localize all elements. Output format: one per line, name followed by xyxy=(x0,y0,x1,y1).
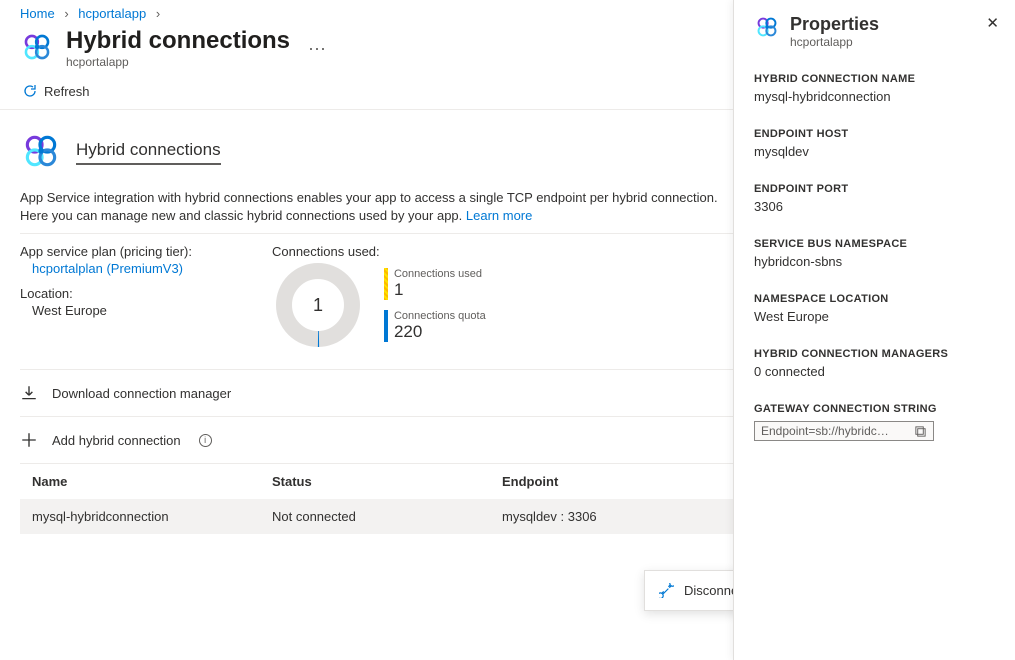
hybrid-connections-icon xyxy=(20,130,62,175)
prop-value-sbns: hybridcon-sbns xyxy=(754,254,995,269)
breadcrumb-home[interactable]: Home xyxy=(20,6,55,21)
prop-label-gcs: GATEWAY CONNECTION STRING xyxy=(754,403,995,415)
more-menu-icon[interactable]: ··· xyxy=(302,38,332,59)
location-value: West Europe xyxy=(20,303,192,318)
usage-donut: 1 xyxy=(272,259,364,351)
description-text: App Service integration with hybrid conn… xyxy=(20,189,720,225)
properties-title: Properties xyxy=(790,14,879,35)
prop-value-port: 3306 xyxy=(754,199,995,214)
plan-label: App service plan (pricing tier): xyxy=(20,244,192,259)
section-title: Hybrid connections xyxy=(76,140,221,165)
quota-bar-icon xyxy=(384,310,388,342)
close-icon[interactable]: ✕ xyxy=(986,14,999,32)
prop-label-host: ENDPOINT HOST xyxy=(754,128,995,140)
page-subtitle: hcportalapp xyxy=(66,55,290,69)
col-status[interactable]: Status xyxy=(272,474,502,489)
donut-center-value: 1 xyxy=(272,259,364,351)
prop-value-nsloc: West Europe xyxy=(754,309,995,324)
prop-label-sbns: SERVICE BUS NAMESPACE xyxy=(754,238,995,250)
col-name[interactable]: Name xyxy=(32,474,272,489)
hybrid-connections-icon xyxy=(754,14,780,43)
refresh-icon xyxy=(22,83,38,99)
chevron-right-icon: › xyxy=(156,6,160,21)
learn-more-link[interactable]: Learn more xyxy=(466,208,532,223)
prop-label-mgrs: HYBRID CONNECTION MANAGERS xyxy=(754,348,995,360)
location-label: Location: xyxy=(20,286,192,301)
quota-value: 220 xyxy=(394,322,422,341)
refresh-button[interactable]: Refresh xyxy=(22,83,90,99)
properties-subtitle: hcportalapp xyxy=(790,35,879,49)
used-value: 1 xyxy=(394,280,403,299)
info-icon[interactable]: i xyxy=(199,434,212,447)
prop-label-port: ENDPOINT PORT xyxy=(754,183,995,195)
used-label: Connections used xyxy=(394,268,482,280)
copy-icon[interactable] xyxy=(914,425,927,438)
plan-link[interactable]: hcportalplan (PremiumV3) xyxy=(32,261,183,276)
download-icon xyxy=(20,384,38,402)
connections-used-label: Connections used: xyxy=(272,244,486,259)
cell-name: mysql-hybridconnection xyxy=(32,509,272,524)
prop-value-host: mysqldev xyxy=(754,144,995,159)
used-bar-icon xyxy=(384,268,388,300)
properties-pane: ✕ Properties hcportalapp HYBRID CONNECTI… xyxy=(733,0,1015,660)
cell-status: Not connected xyxy=(272,509,502,524)
quota-label: Connections quota xyxy=(394,310,486,322)
prop-value-conn-name: mysql-hybridconnection xyxy=(754,89,995,104)
prop-label-nsloc: NAMESPACE LOCATION xyxy=(754,293,995,305)
prop-value-mgrs: 0 connected xyxy=(754,364,995,379)
disconnect-icon xyxy=(659,583,674,598)
gateway-connection-string[interactable]: Endpoint=sb://hybridc… xyxy=(754,421,934,441)
plus-icon xyxy=(20,431,38,449)
chevron-right-icon: › xyxy=(64,6,68,21)
prop-label-conn-name: HYBRID CONNECTION NAME xyxy=(754,73,995,85)
hybrid-connections-icon xyxy=(20,30,54,67)
breadcrumb-app[interactable]: hcportalapp xyxy=(78,6,146,21)
page-title: Hybrid connections xyxy=(66,27,290,55)
